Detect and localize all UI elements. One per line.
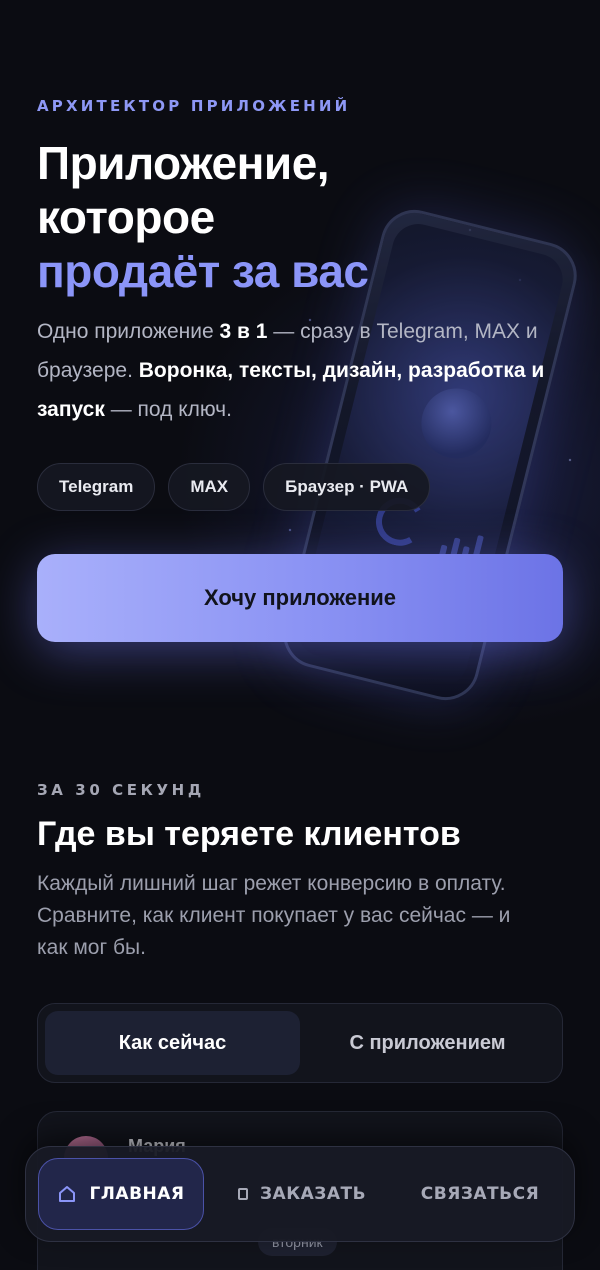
- hero-desc-part1: Одно приложение: [37, 320, 220, 343]
- comparison-toggle: Как сейчас С приложением: [37, 1003, 563, 1083]
- platform-chips: Telegram MAX Браузер · PWA: [37, 463, 431, 511]
- toggle-current[interactable]: Как сейчас: [45, 1011, 300, 1075]
- nav-item-home[interactable]: ГЛАВНАЯ: [38, 1158, 204, 1230]
- nav-item-order[interactable]: ЗАКАЗАТЬ: [204, 1158, 400, 1230]
- want-app-button[interactable]: Хочу приложение: [37, 554, 563, 642]
- hero-title: Приложение, которое продаёт за вас: [37, 136, 557, 298]
- section-eyebrow: ЗА 30 СЕКУНД: [37, 781, 205, 799]
- chip-telegram: Telegram: [37, 463, 156, 511]
- hero-title-line2: которое: [37, 191, 215, 243]
- hero-desc-part3: — под ключ.: [104, 398, 232, 421]
- hero-eyebrow: АРХИТЕКТОР ПРИЛОЖЕНИЙ: [37, 97, 351, 115]
- hero-desc-bold1: 3 в 1: [219, 320, 268, 343]
- page: АРХИТЕКТОР ПРИЛОЖЕНИЙ Приложение, которо…: [0, 0, 600, 1270]
- nav-item-contact[interactable]: СВЯЗАТЬСЯ: [400, 1158, 560, 1230]
- hero-title-line1: Приложение,: [37, 137, 330, 189]
- section-description: Каждый лишний шаг режет конверсию в опла…: [37, 872, 511, 959]
- home-icon: [59, 1186, 76, 1202]
- chip-browser-pwa: Браузер · PWA: [263, 463, 431, 511]
- nav-item-home-label: ГЛАВНАЯ: [89, 1184, 185, 1204]
- nav-item-order-label: ЗАКАЗАТЬ: [259, 1184, 367, 1204]
- nav-item-contact-label: СВЯЗАТЬСЯ: [420, 1184, 540, 1204]
- toggle-with-app[interactable]: С приложением: [300, 1011, 555, 1075]
- chip-max: MAX: [168, 463, 251, 511]
- hero-description: Одно приложение 3 в 1 — сразу в Telegram…: [37, 312, 557, 429]
- bottom-navigation: ГЛАВНАЯ ЗАКАЗАТЬ СВЯЗАТЬСЯ: [25, 1146, 575, 1242]
- hero-title-accent: продаёт за вас: [37, 245, 369, 297]
- section-title: Где вы теряете клиентов: [37, 815, 461, 853]
- document-icon: [237, 1188, 248, 1200]
